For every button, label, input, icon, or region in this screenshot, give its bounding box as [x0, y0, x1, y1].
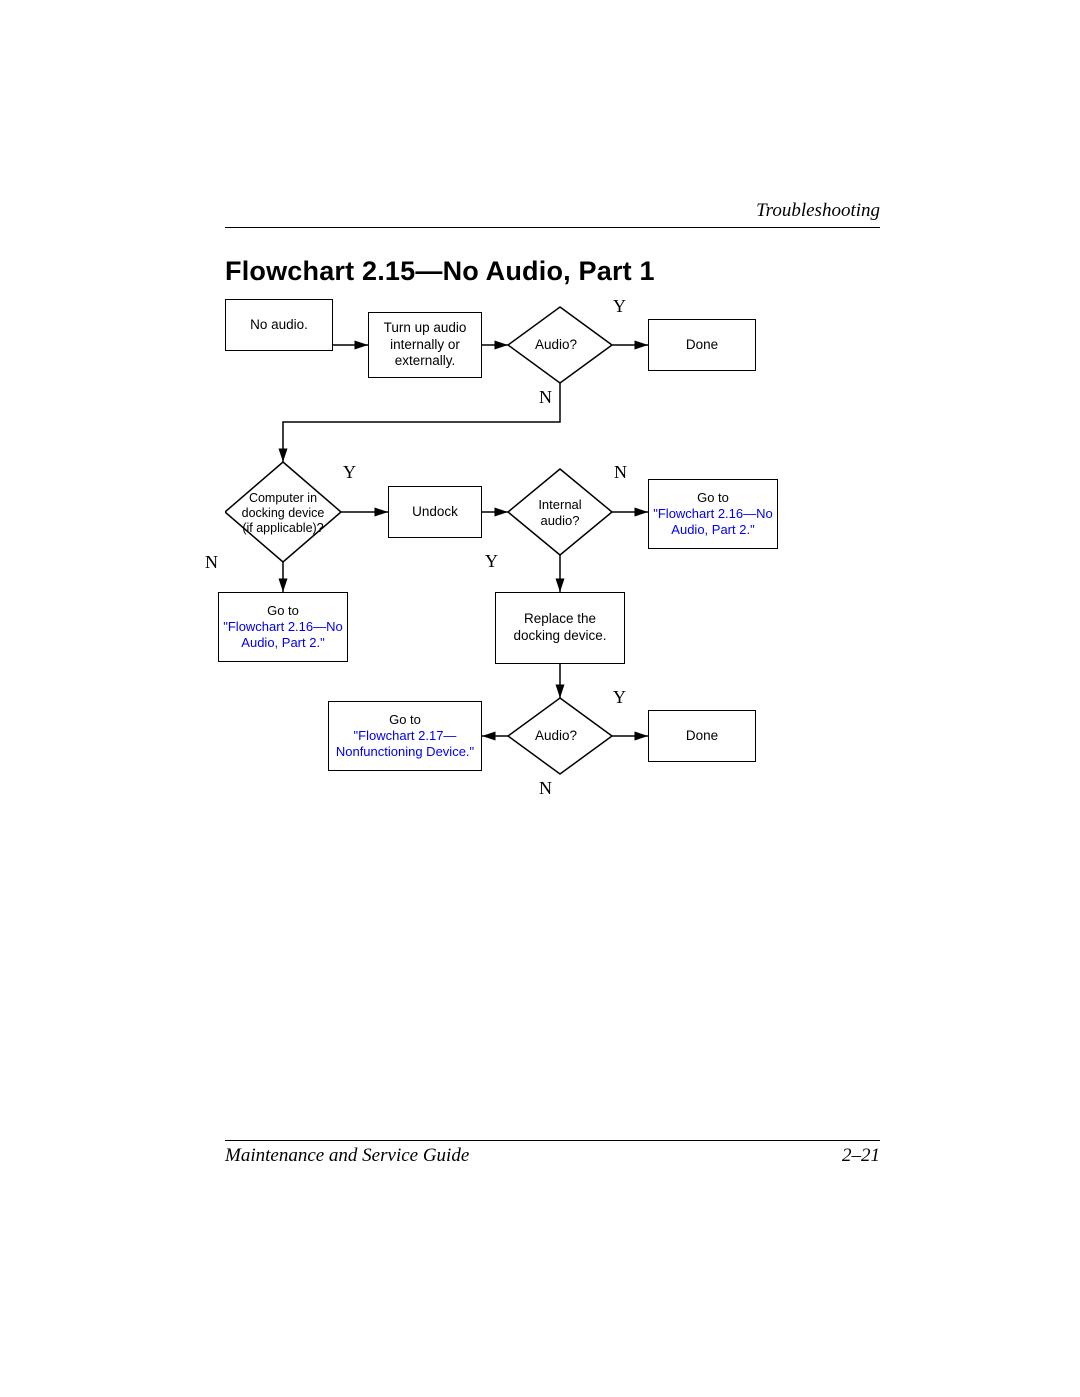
footer-left: Maintenance and Service Guide [225, 1145, 469, 1167]
node-goto-216-left: Go to "Flowchart 2.16—No Audio, Part 2." [218, 592, 348, 662]
label-docking-n: N [205, 552, 218, 573]
flowchart-diagram: No audio. Turn up audio internally or ex… [225, 299, 880, 889]
page-header-section: Troubleshooting [225, 200, 880, 222]
goto-216-left-pre: Go to [267, 603, 299, 618]
goto-217-link[interactable]: "Flowchart 2.17—Nonfunctioning Device." [336, 728, 474, 759]
node-goto-217: Go to "Flowchart 2.17—Nonfunctioning Dev… [328, 701, 482, 771]
node-done2-text: Done [686, 728, 718, 745]
node-internal-audio-text: Internal audio? [538, 497, 582, 528]
footer-rule [225, 1140, 880, 1141]
label-internal-y: Y [485, 551, 498, 572]
node-audio1-text: Audio? [535, 337, 577, 352]
label-audio1-y: Y [613, 296, 626, 317]
label-audio2-n: N [539, 778, 552, 799]
node-no-audio: No audio. [225, 299, 333, 351]
node-docking-text: Computer in docking device (if applicabl… [237, 491, 329, 536]
node-done2: Done [648, 710, 756, 762]
goto-216-right-link[interactable]: "Flowchart 2.16—No Audio, Part 2." [653, 506, 773, 537]
page-footer: Maintenance and Service Guide 2–21 [225, 1135, 880, 1167]
goto-216-left-link[interactable]: "Flowchart 2.16—No Audio, Part 2." [223, 619, 343, 650]
node-replace-docking-text: Replace the docking device. [500, 611, 620, 645]
header-rule [225, 227, 880, 228]
node-undock: Undock [388, 486, 482, 538]
goto-217-pre: Go to [389, 712, 421, 727]
node-done1-text: Done [686, 337, 718, 354]
node-turn-up-audio: Turn up audio internally or externally. [368, 312, 482, 378]
node-replace-docking: Replace the docking device. [495, 592, 625, 664]
page-title: Flowchart 2.15—No Audio, Part 1 [225, 256, 880, 287]
node-goto-216-right: Go to "Flowchart 2.16—No Audio, Part 2." [648, 479, 778, 549]
node-audio2-text: Audio? [535, 728, 577, 743]
footer-right: 2–21 [842, 1145, 880, 1167]
goto-216-right-pre: Go to [697, 490, 729, 505]
label-internal-n: N [614, 462, 627, 483]
node-no-audio-text: No audio. [250, 317, 308, 334]
node-done1: Done [648, 319, 756, 371]
label-audio1-n: N [539, 387, 552, 408]
label-audio2-y: Y [613, 687, 626, 708]
node-turn-up-text: Turn up audio internally or externally. [373, 320, 477, 371]
node-undock-text: Undock [412, 504, 458, 521]
label-docking-y: Y [343, 462, 356, 483]
